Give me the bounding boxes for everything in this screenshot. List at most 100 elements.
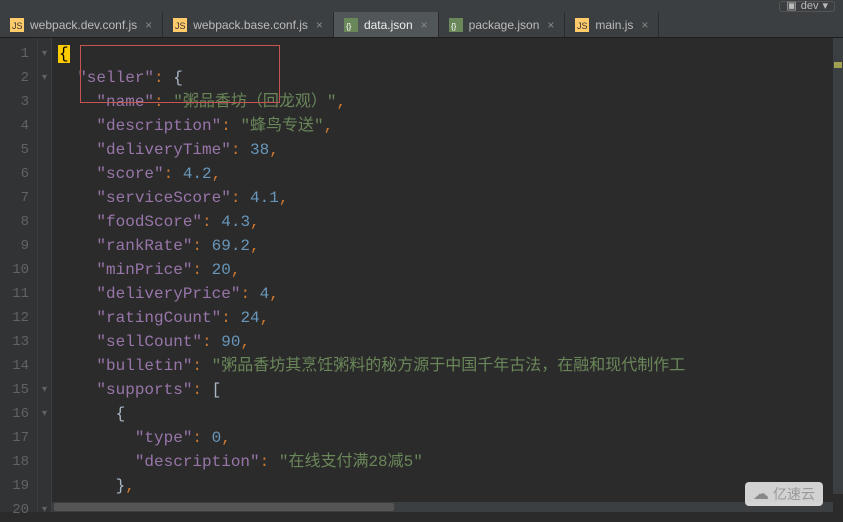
- token-p: :: [260, 453, 279, 471]
- code-line[interactable]: "deliveryTime": 38,: [58, 138, 843, 162]
- watermark-badge: ☁ 亿速云: [745, 482, 823, 506]
- code-line[interactable]: "bulletin": "粥品香坊其烹饪粥料的秘方源于中国千年古法，在融和现代制…: [58, 354, 843, 378]
- vertical-scrollbar[interactable]: [833, 38, 843, 494]
- tab-main-js[interactable]: JSmain.js×: [565, 12, 659, 37]
- token-n: 24: [240, 309, 259, 327]
- token-p: :: [192, 357, 211, 375]
- line-number: 16: [0, 402, 37, 426]
- fold-marker: [38, 354, 51, 378]
- line-number: 11: [0, 282, 37, 306]
- fold-marker: [38, 234, 51, 258]
- token-k: "seller": [77, 69, 154, 87]
- watermark-text: 亿速云: [773, 484, 815, 504]
- code-line[interactable]: "minPrice": 20,: [58, 258, 843, 282]
- token-p: :: [192, 261, 211, 279]
- code-line[interactable]: "description": "蜂鸟专送",: [58, 114, 843, 138]
- token-k: "deliveryTime": [96, 141, 230, 159]
- chevron-down-icon: ▾: [822, 1, 828, 12]
- token-p: ,: [240, 333, 250, 351]
- line-number: 5: [0, 138, 37, 162]
- horizontal-scrollbar[interactable]: [52, 502, 833, 512]
- line-number: 19: [0, 474, 37, 498]
- fold-marker[interactable]: ▾: [38, 498, 51, 522]
- token-p: :: [221, 309, 240, 327]
- code-line[interactable]: "supports": [: [58, 378, 843, 402]
- token-p: :: [192, 381, 211, 399]
- code-line[interactable]: "score": 4.2,: [58, 162, 843, 186]
- token-p: ,: [269, 285, 279, 303]
- cloud-icon: ☁: [753, 484, 769, 504]
- line-number: 2: [0, 66, 37, 90]
- close-icon[interactable]: ×: [421, 18, 428, 32]
- code-line[interactable]: "deliveryPrice": 4,: [58, 282, 843, 306]
- token-s: "在线支付满28减5": [279, 453, 423, 471]
- token-p: ,: [231, 261, 241, 279]
- code-line[interactable]: "seller": {: [58, 66, 843, 90]
- run-config-dropdown[interactable]: ▣ dev ▾: [779, 1, 835, 12]
- token-p: ,: [250, 213, 260, 231]
- token-k: "description": [135, 453, 260, 471]
- token-p: :: [202, 213, 221, 231]
- fold-marker[interactable]: ▾: [38, 66, 51, 90]
- token-k: "type": [135, 429, 193, 447]
- tab-webpack-dev-conf-js[interactable]: JSwebpack.dev.conf.js×: [0, 12, 163, 37]
- line-number: 6: [0, 162, 37, 186]
- token-n: 0: [212, 429, 222, 447]
- svg-text:JS: JS: [12, 21, 23, 31]
- tab-label: data.json: [364, 18, 413, 32]
- token-k: "deliveryPrice": [96, 285, 240, 303]
- fold-marker: [38, 474, 51, 498]
- token-p: :: [221, 117, 240, 135]
- fold-marker[interactable]: ▾: [38, 42, 51, 66]
- fold-marker: [38, 138, 51, 162]
- close-icon[interactable]: ×: [547, 18, 554, 32]
- code-line[interactable]: },: [58, 474, 843, 498]
- token-k: "sellCount": [96, 333, 202, 351]
- line-number: 18: [0, 450, 37, 474]
- matched-brace: {: [58, 45, 70, 63]
- svg-text:{}: {}: [451, 22, 457, 31]
- code-content[interactable]: { "seller": { "name": "粥品香坊（回龙观）", "desc…: [52, 38, 843, 512]
- token-n: 69.2: [212, 237, 250, 255]
- fold-marker[interactable]: ▾: [38, 378, 51, 402]
- token-k: "foodScore": [96, 213, 202, 231]
- token-p: :: [154, 69, 173, 87]
- code-line[interactable]: "description": "在线支付满28减5": [58, 450, 843, 474]
- token-p: :: [240, 285, 259, 303]
- fold-marker[interactable]: ▾: [38, 402, 51, 426]
- token-n: 4.1: [250, 189, 279, 207]
- code-line[interactable]: "sellCount": 90,: [58, 330, 843, 354]
- close-icon[interactable]: ×: [316, 18, 323, 32]
- code-line[interactable]: "serviceScore": 4.1,: [58, 186, 843, 210]
- close-icon[interactable]: ×: [145, 18, 152, 32]
- tab-data-json[interactable]: {}data.json×: [334, 12, 439, 37]
- bug-icon: ▣: [786, 1, 796, 12]
- line-number: 4: [0, 114, 37, 138]
- fold-marker: [38, 186, 51, 210]
- line-number: 9: [0, 234, 37, 258]
- code-line[interactable]: "type": 0,: [58, 426, 843, 450]
- code-line[interactable]: {: [58, 42, 843, 66]
- token-s: "蜂鸟专送": [240, 117, 323, 135]
- line-number: 10: [0, 258, 37, 282]
- tab-package-json[interactable]: {}package.json×: [439, 12, 566, 37]
- token-n: 90: [221, 333, 240, 351]
- token-s: "粥品香坊其烹饪粥料的秘方源于中国千年古法，在融和现代制作工: [212, 357, 686, 375]
- token-n: 20: [212, 261, 231, 279]
- line-number: 13: [0, 330, 37, 354]
- code-line[interactable]: "name": "粥品香坊（回龙观）",: [58, 90, 843, 114]
- line-number: 20: [0, 498, 37, 522]
- tab-webpack-base-conf-js[interactable]: JS webpack.base.conf.js ×: [163, 12, 334, 37]
- run-config-name: dev: [801, 1, 819, 12]
- tab-label: webpack.base.conf.js: [193, 18, 308, 32]
- code-line[interactable]: "rankRate": 69.2,: [58, 234, 843, 258]
- code-line[interactable]: "foodScore": 4.3,: [58, 210, 843, 234]
- json-file-icon: {}: [449, 18, 463, 32]
- code-line[interactable]: "ratingCount": 24,: [58, 306, 843, 330]
- token-k: "name": [96, 93, 154, 111]
- code-line[interactable]: {: [58, 402, 843, 426]
- svg-text:JS: JS: [175, 21, 186, 31]
- line-number: 1: [0, 42, 37, 66]
- close-icon[interactable]: ×: [641, 18, 648, 32]
- line-number-gutter: 1234567891011121314151617181920: [0, 38, 38, 512]
